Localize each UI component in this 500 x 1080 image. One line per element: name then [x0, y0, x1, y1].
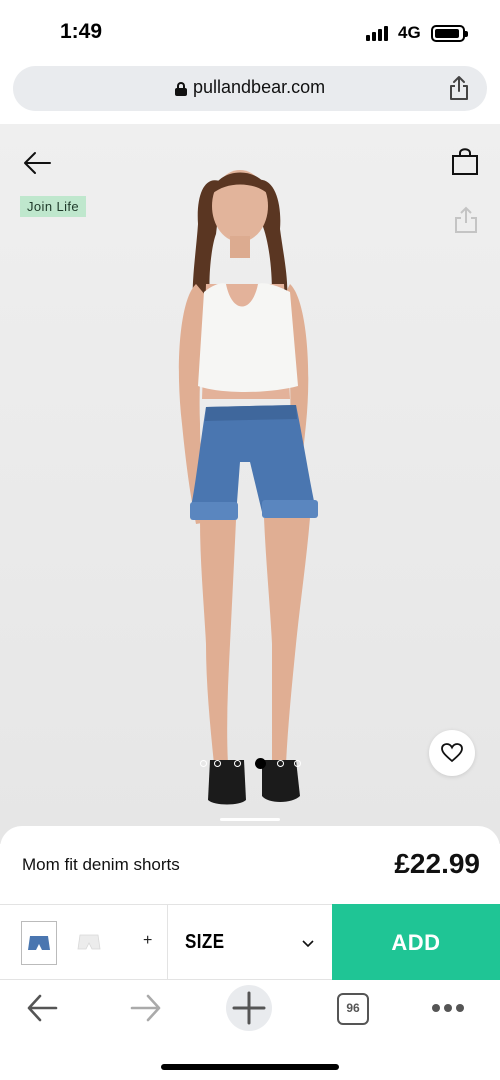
share-icon[interactable] — [447, 75, 471, 101]
network-type: 4G — [398, 23, 421, 42]
wishlist-button[interactable] — [429, 730, 475, 776]
forward-icon[interactable] — [128, 988, 164, 1028]
sheet-handle[interactable] — [220, 818, 280, 821]
back-icon[interactable] — [24, 988, 60, 1028]
more-icon[interactable] — [430, 1002, 466, 1014]
gallery-dot[interactable] — [294, 760, 301, 767]
color-swatch-white[interactable] — [72, 921, 108, 965]
join-life-badge: Join Life — [20, 196, 87, 217]
share-icon[interactable] — [452, 206, 480, 234]
more-colors-button[interactable]: + — [143, 932, 152, 950]
address-bar[interactable]: pullandbear.com — [13, 66, 487, 111]
signal-icon — [366, 25, 390, 41]
chevron-down-icon — [302, 940, 314, 948]
gallery-dot-active[interactable] — [255, 758, 266, 769]
size-label: SIZE — [185, 931, 225, 953]
purchase-row: + SIZE ADD — [0, 904, 500, 981]
gallery-dot[interactable] — [234, 760, 241, 767]
size-selector[interactable]: SIZE — [168, 905, 332, 980]
home-indicator — [161, 1064, 339, 1070]
browser-toolbar: 96 — [0, 980, 500, 1080]
heart-icon — [441, 743, 463, 763]
product-info-sheet: Mom fit denim shorts £22.99 + SIZE ADD — [0, 818, 500, 986]
lock-icon — [175, 82, 187, 96]
gallery-dot[interactable] — [214, 760, 221, 767]
new-tab-button[interactable] — [226, 985, 272, 1031]
add-to-cart-button[interactable]: ADD — [332, 904, 500, 981]
tab-switcher-button[interactable]: 96 — [337, 993, 369, 1025]
shopping-bag-icon[interactable] — [451, 146, 479, 176]
product-name: Mom fit denim shorts — [22, 855, 180, 874]
product-price: £22.99 — [394, 848, 480, 879]
url-text: pullandbear.com — [193, 77, 326, 97]
plus-icon — [232, 991, 266, 1025]
status-bar: 1:49 4G — [0, 0, 500, 62]
battery-icon — [431, 25, 468, 42]
color-swatch-denim[interactable] — [21, 921, 57, 965]
product-image-gallery[interactable]: Join Life — [0, 124, 500, 844]
status-time: 1:49 — [60, 20, 103, 43]
gallery-dot[interactable] — [200, 760, 207, 767]
color-selector: + — [0, 905, 168, 980]
gallery-dot[interactable] — [277, 760, 284, 767]
product-photo — [0, 124, 500, 844]
back-arrow-icon[interactable] — [22, 148, 52, 178]
